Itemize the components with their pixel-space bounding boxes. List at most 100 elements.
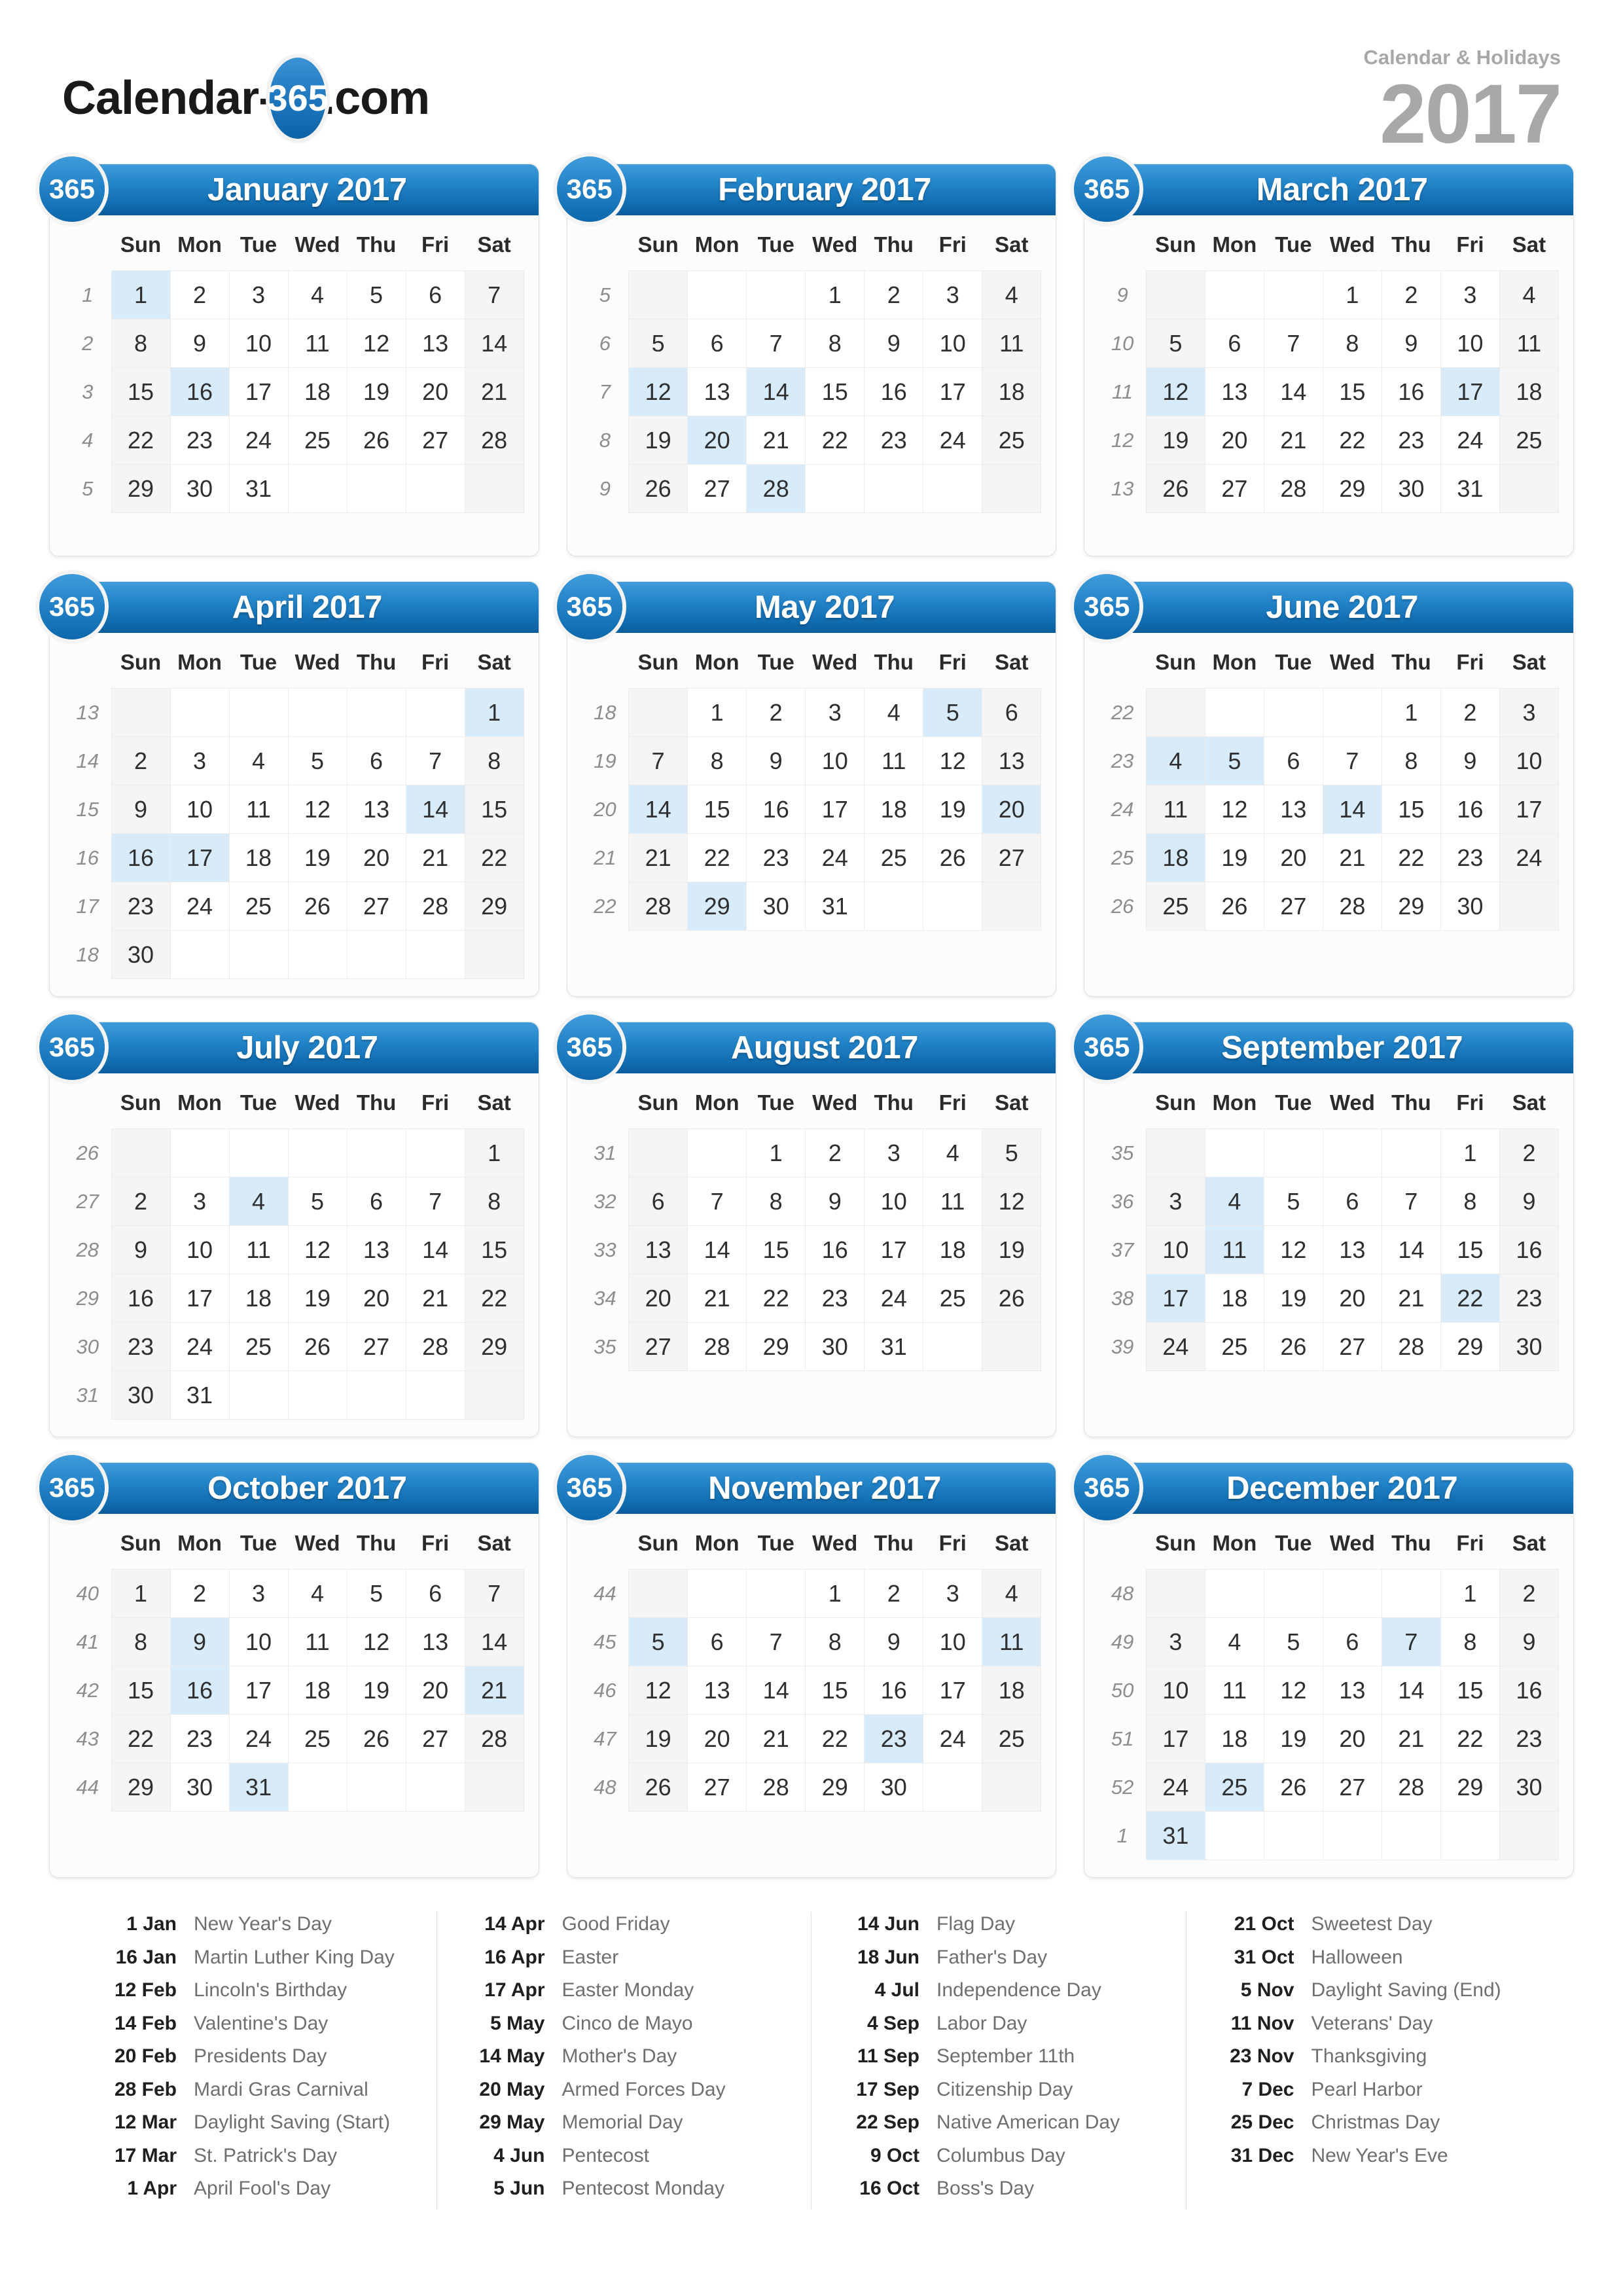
day-cell[interactable]: 7 (464, 270, 524, 319)
day-cell[interactable]: 29 (111, 1763, 171, 1812)
day-cell[interactable]: 11 (287, 1617, 348, 1666)
day-cell[interactable]: 5 (923, 688, 983, 737)
day-cell[interactable]: 15 (464, 1225, 524, 1274)
day-cell[interactable]: 6 (628, 1177, 688, 1226)
day-cell[interactable]: 16 (111, 1274, 171, 1323)
day-cell[interactable]: 24 (1499, 833, 1560, 882)
day-cell[interactable]: 8 (1440, 1177, 1500, 1226)
day-cell[interactable]: 20 (628, 1274, 688, 1323)
day-cell[interactable]: 3 (1145, 1617, 1205, 1666)
day-cell[interactable]: 31 (228, 464, 289, 513)
day-cell[interactable]: 20 (1204, 416, 1264, 465)
holiday-row[interactable]: 12 Feb Lincoln's Birthday (86, 1978, 419, 2003)
day-cell[interactable]: 16 (1499, 1666, 1560, 1715)
day-cell[interactable]: 16 (111, 833, 171, 882)
day-cell[interactable]: 16 (746, 785, 806, 834)
day-cell[interactable]: 26 (628, 464, 688, 513)
day-cell[interactable]: 2 (169, 1569, 230, 1618)
day-cell[interactable]: 8 (464, 736, 524, 785)
day-cell[interactable]: 9 (169, 1617, 230, 1666)
day-cell[interactable]: 18 (287, 367, 348, 416)
day-cell[interactable]: 27 (982, 833, 1042, 882)
day-cell[interactable]: 15 (746, 1225, 806, 1274)
day-cell[interactable]: 29 (805, 1763, 865, 1812)
day-cell[interactable]: 13 (346, 1225, 406, 1274)
holiday-row[interactable]: 12 Mar Daylight Saving (Start) (86, 2110, 419, 2135)
day-cell[interactable]: 8 (746, 1177, 806, 1226)
day-cell[interactable]: 27 (1204, 464, 1264, 513)
holiday-row[interactable]: 23 Nov Thanksgiving (1204, 2044, 1544, 2069)
day-cell[interactable]: 28 (746, 1763, 806, 1812)
day-cell[interactable]: 26 (346, 416, 406, 465)
day-cell[interactable]: 19 (628, 1714, 688, 1763)
day-cell[interactable]: 30 (1381, 464, 1441, 513)
day-cell[interactable]: 3 (228, 270, 289, 319)
day-cell[interactable]: 2 (864, 1569, 924, 1618)
day-cell[interactable]: 27 (628, 1322, 688, 1371)
day-cell[interactable]: 22 (1440, 1274, 1500, 1323)
day-cell[interactable]: 5 (628, 1617, 688, 1666)
day-cell[interactable]: 26 (346, 1714, 406, 1763)
day-cell[interactable]: 23 (1499, 1274, 1560, 1323)
day-cell[interactable]: 20 (346, 1274, 406, 1323)
day-cell[interactable]: 11 (1204, 1225, 1264, 1274)
day-cell[interactable]: 24 (923, 416, 983, 465)
day-cell[interactable]: 31 (864, 1322, 924, 1371)
day-cell[interactable]: 19 (287, 833, 348, 882)
day-cell[interactable]: 4 (228, 736, 289, 785)
holiday-row[interactable]: 14 May Mother's Day (454, 2044, 794, 2069)
day-cell[interactable]: 26 (982, 1274, 1042, 1323)
day-cell[interactable]: 14 (746, 367, 806, 416)
day-cell[interactable]: 15 (111, 367, 171, 416)
day-cell[interactable]: 5 (346, 1569, 406, 1618)
day-cell[interactable]: 23 (1440, 833, 1500, 882)
day-cell[interactable]: 8 (805, 1617, 865, 1666)
day-cell[interactable]: 1 (1381, 688, 1441, 737)
day-cell[interactable]: 9 (1499, 1177, 1560, 1226)
day-cell[interactable]: 4 (287, 1569, 348, 1618)
day-cell[interactable]: 9 (111, 785, 171, 834)
day-cell[interactable]: 8 (1381, 736, 1441, 785)
day-cell[interactable]: 24 (169, 882, 230, 931)
day-cell[interactable]: 6 (1322, 1617, 1382, 1666)
day-cell[interactable]: 5 (1263, 1177, 1323, 1226)
day-cell[interactable]: 13 (687, 367, 747, 416)
day-cell[interactable]: 20 (1322, 1274, 1382, 1323)
day-cell[interactable]: 19 (1263, 1274, 1323, 1323)
day-cell[interactable]: 8 (111, 319, 171, 368)
day-cell[interactable]: 6 (405, 1569, 465, 1618)
day-cell[interactable]: 27 (687, 464, 747, 513)
day-cell[interactable]: 16 (1440, 785, 1500, 834)
day-cell[interactable]: 1 (111, 270, 171, 319)
day-cell[interactable]: 22 (111, 1714, 171, 1763)
day-cell[interactable]: 14 (405, 785, 465, 834)
day-cell[interactable]: 28 (405, 882, 465, 931)
day-cell[interactable]: 21 (687, 1274, 747, 1323)
day-cell[interactable]: 28 (1381, 1763, 1441, 1812)
day-cell[interactable]: 25 (1204, 1763, 1264, 1812)
holiday-row[interactable]: 16 Jan Martin Luther King Day (86, 1945, 419, 1970)
day-cell[interactable]: 20 (687, 416, 747, 465)
day-cell[interactable]: 24 (923, 1714, 983, 1763)
day-cell[interactable]: 10 (228, 319, 289, 368)
day-cell[interactable]: 12 (287, 1225, 348, 1274)
day-cell[interactable]: 13 (687, 1666, 747, 1715)
day-cell[interactable]: 9 (111, 1225, 171, 1274)
day-cell[interactable]: 1 (1440, 1128, 1500, 1177)
day-cell[interactable]: 17 (1499, 785, 1560, 834)
day-cell[interactable]: 7 (628, 736, 688, 785)
day-cell[interactable]: 16 (805, 1225, 865, 1274)
day-cell[interactable]: 12 (1263, 1225, 1323, 1274)
day-cell[interactable]: 3 (1145, 1177, 1205, 1226)
day-cell[interactable]: 2 (1499, 1128, 1560, 1177)
day-cell[interactable]: 18 (923, 1225, 983, 1274)
day-cell[interactable]: 21 (1381, 1714, 1441, 1763)
day-cell[interactable]: 4 (864, 688, 924, 737)
day-cell[interactable]: 3 (923, 270, 983, 319)
day-cell[interactable]: 19 (346, 1666, 406, 1715)
day-cell[interactable]: 8 (1440, 1617, 1500, 1666)
day-cell[interactable]: 11 (923, 1177, 983, 1226)
day-cell[interactable]: 15 (1440, 1225, 1500, 1274)
day-cell[interactable]: 30 (864, 1763, 924, 1812)
day-cell[interactable]: 31 (1440, 464, 1500, 513)
